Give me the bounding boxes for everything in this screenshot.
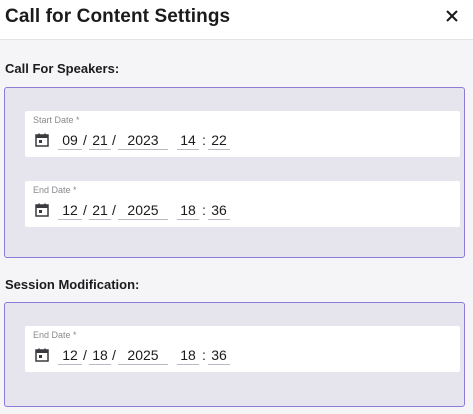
end-date-label: End Date * [33, 330, 77, 340]
start-minute-input[interactable]: 22 [208, 131, 230, 150]
dialog-header: Call for Content Settings [0, 0, 473, 40]
end-day-input[interactable]: 21 [89, 201, 111, 220]
start-month-input[interactable]: 09 [58, 131, 82, 150]
start-date-label: Start Date * [33, 115, 80, 125]
end-month-input[interactable]: 12 [58, 201, 82, 220]
call-for-speakers-section: Start Date * 09 / 21 / 2023 14 : 22 End … [4, 87, 465, 258]
session-end-day-input[interactable]: 18 [89, 346, 111, 365]
session-end-year-input[interactable]: 2025 [118, 346, 168, 365]
speakers-end-date-field[interactable]: End Date * 12 / 21 / 2025 18 : 36 [25, 181, 460, 227]
session-modification-section: End Date * 12 / 18 / 2025 18 : 36 [4, 302, 465, 407]
end-minute-input[interactable]: 36 [208, 201, 230, 220]
end-year-input[interactable]: 2025 [118, 201, 168, 220]
time-separator: : [202, 132, 206, 148]
date-separator: / [112, 132, 116, 148]
end-date-label: End Date * [33, 185, 77, 195]
session-modification-heading: Session Modification: [5, 277, 140, 292]
calendar-icon[interactable] [35, 203, 49, 217]
dialog-title: Call for Content Settings [5, 6, 231, 27]
end-hour-input[interactable]: 18 [177, 201, 199, 220]
call-for-speakers-heading: Call For Speakers: [5, 61, 120, 76]
time-separator: : [202, 202, 206, 218]
time-separator: : [202, 347, 206, 363]
start-day-input[interactable]: 21 [89, 131, 111, 150]
date-separator: / [112, 347, 116, 363]
calendar-icon[interactable] [35, 133, 49, 147]
start-hour-input[interactable]: 14 [177, 131, 199, 150]
close-icon[interactable] [441, 5, 463, 27]
speakers-start-date-field[interactable]: Start Date * 09 / 21 / 2023 14 : 22 [25, 111, 460, 157]
start-year-input[interactable]: 2023 [118, 131, 168, 150]
date-separator: / [112, 202, 116, 218]
session-end-month-input[interactable]: 12 [58, 346, 82, 365]
date-separator: / [83, 132, 87, 148]
session-end-hour-input[interactable]: 18 [177, 346, 199, 365]
calendar-icon[interactable] [35, 348, 49, 362]
session-end-minute-input[interactable]: 36 [208, 346, 230, 365]
date-separator: / [83, 347, 87, 363]
session-end-date-field[interactable]: End Date * 12 / 18 / 2025 18 : 36 [25, 326, 460, 372]
date-separator: / [83, 202, 87, 218]
